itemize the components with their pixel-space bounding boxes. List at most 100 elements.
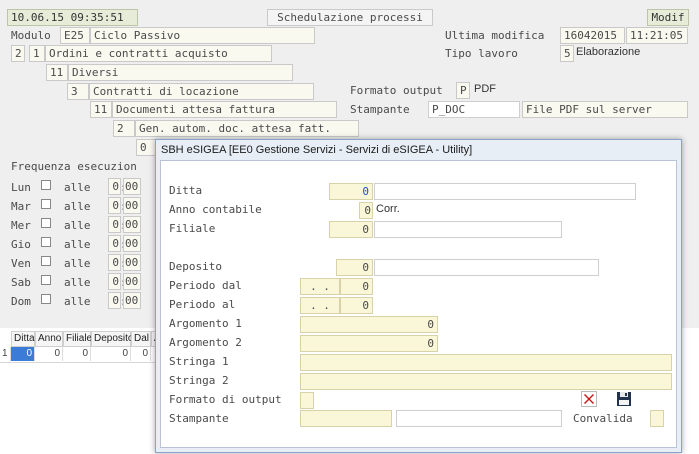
deposito-label: Deposito [169,260,222,273]
stampante-desc: File PDF sul server [522,101,688,118]
modulo-name-field: Ciclo Passivo [90,27,315,44]
day-min-mar[interactable]: 00 [123,197,141,214]
grid-header-dal[interactable]: Dal [131,331,151,347]
day-label-dom: Dom [11,295,31,308]
grid-header-ditta[interactable]: Ditta [11,331,35,347]
day-checkbox-mar[interactable] [41,199,51,209]
day-checkbox-dom[interactable] [41,294,51,304]
deposito-field[interactable]: 0 [336,259,373,276]
day-label-lun: Lun [11,181,31,194]
day-min-lun[interactable]: 00 [123,178,141,195]
convalida-field[interactable] [650,410,664,427]
anno-contabile-desc: Corr. [376,203,400,215]
stringa1-field[interactable] [300,354,672,371]
day-alle-dom: alle [64,295,91,308]
grid-cell-deposito[interactable]: 0 [91,347,131,361]
tree-l4-name: Documenti attesa fattura [112,101,337,118]
ditta-label: Ditta [169,184,203,197]
filiale-desc [374,221,562,238]
grid-divider [0,362,158,363]
periodo-dal-date[interactable]: . . [300,278,340,295]
periodo-al-date[interactable]: . . [300,297,340,314]
day-checkbox-ven[interactable] [41,256,51,266]
dialog-title: SBH eSIGEA [EE0 Gestione Servizi - Servi… [161,144,473,156]
day-checkbox-lun[interactable] [41,180,51,190]
argomento1-field[interactable]: 0 [300,316,438,333]
ditta-desc [374,183,636,200]
stringa2-field[interactable] [300,373,672,390]
argomento2-field[interactable]: 0 [300,335,438,352]
tree-l3-code[interactable]: 3 [67,83,89,100]
periodo-dal-num[interactable]: 0 [340,278,373,295]
ultima-modifica-time: 11:21:05 [626,27,688,44]
dialog-body: Ditta 0 Anno contabile 0 Corr. Filiale 0… [160,160,677,448]
tree-l3-name: Contratti di locazione [89,83,314,100]
ultima-modifica-date: 16042015 [560,27,625,44]
day-min-ven[interactable]: 00 [123,254,141,271]
stampante-label: Stampante [169,412,229,425]
grid-header-deposito[interactable]: Deposito [91,331,133,347]
day-checkbox-gio[interactable] [41,237,51,247]
day-label-gio: Gio [11,238,31,251]
day-alle-sab: alle [64,276,91,289]
stringa2-label: Stringa 2 [169,374,229,387]
day-alle-lun: alle [64,181,91,194]
ultima-modifica-label: Ultima modifica [445,29,545,42]
formato-output-field[interactable] [300,392,314,409]
tree-l5-code[interactable]: 2 [113,120,135,137]
tipo-lavoro-label: Tipo lavoro [445,47,518,60]
stampante-field[interactable] [300,410,392,427]
grid-header-filiale[interactable]: Filiale [63,331,92,347]
grid-cell-filiale[interactable]: 0 [63,347,91,361]
periodo-al-num[interactable]: 0 [340,297,373,314]
argomento2-label: Argomento 2 [169,336,242,349]
frequenza-label: Frequenza esecuzion [11,160,137,173]
utility-dialog: SBH eSIGEA [EE0 Gestione Servizi - Servi… [155,139,682,453]
stampante-desc [396,410,562,427]
tree-l1-name: Ordini e contratti acquisto [45,45,272,62]
convalida-label: Convalida [573,412,633,425]
tree-l6-code[interactable]: 0 [136,139,156,156]
formato-output-label: Formato di output [169,393,282,406]
day-min-dom[interactable]: 00 [123,292,141,309]
day-alle-gio: alle [64,238,91,251]
day-label-ven: Ven [11,257,31,270]
save-button[interactable] [616,391,632,407]
filiale-label: Filiale [169,222,216,235]
grid-cell-anno[interactable]: 0 [35,347,63,361]
stringa1-label: Stringa 1 [169,355,229,368]
tipo-lavoro-code[interactable]: 5 [560,45,574,62]
tree-l5-name: Gen. autom. doc. attesa fatt. [135,120,359,137]
formato-output-label: Formato output [350,84,443,97]
filiale-field[interactable]: 0 [329,221,373,238]
day-label-mar: Mar [11,200,31,213]
day-alle-ven: alle [64,257,91,270]
tree-l1-code-a[interactable]: 2 [11,45,25,62]
ditta-field[interactable]: 0 [329,183,373,200]
grid-header-anno[interactable]: Anno [35,331,63,347]
anno-contabile-field[interactable]: 0 [359,202,373,219]
tree-l2-code[interactable]: 11 [46,64,68,81]
day-label-mer: Mer [11,219,31,232]
tree-l4-code[interactable]: 11 [90,101,112,118]
tipo-lavoro-name: Elaborazione [576,46,641,58]
formato-output-name: PDF [474,83,496,95]
mode-badge: Modif [647,9,689,26]
day-min-mer[interactable]: 00 [123,216,141,233]
day-min-gio[interactable]: 00 [123,235,141,252]
stampante-field[interactable]: P_DOC [428,101,520,118]
cancel-button[interactable] [581,391,597,407]
red-x-icon [581,391,597,407]
day-checkbox-mer[interactable] [41,218,51,228]
grid-cell-dal[interactable]: 0 [131,347,151,361]
day-min-sab[interactable]: 00 [123,273,141,290]
grid-cell-ditta[interactable]: 0 [11,347,35,361]
day-checkbox-sab[interactable] [41,275,51,285]
periodo-al-label: Periodo al [169,298,236,311]
modulo-label: Modulo [11,29,51,42]
modulo-code-field[interactable]: E25 [60,27,90,44]
formato-output-code[interactable]: P [456,82,470,99]
datetime-field: 10.06.15 09:35:51 [7,9,138,26]
tree-l1-code-b[interactable]: 1 [29,45,45,62]
periodo-dal-label: Periodo dal [169,279,242,292]
